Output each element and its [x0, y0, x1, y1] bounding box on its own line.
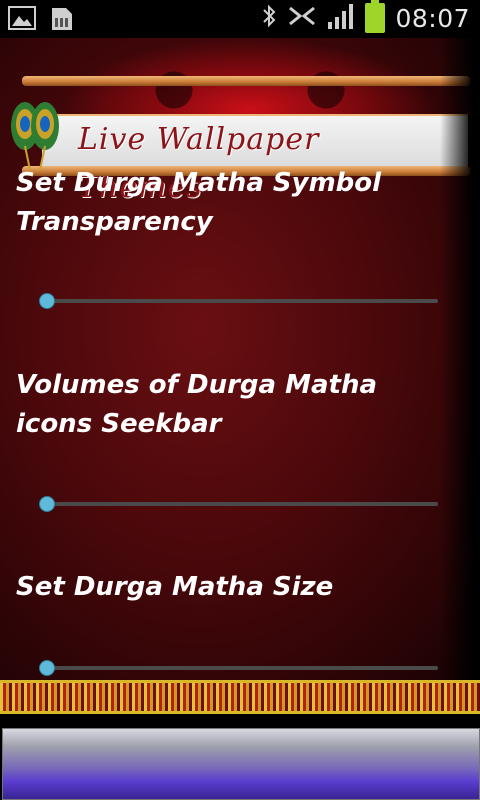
battery-icon: [365, 0, 386, 33]
volumes-seekbar[interactable]: [40, 496, 438, 512]
divider: [0, 714, 480, 726]
setting-title-size: Set Durga Matha Size: [16, 572, 334, 602]
seekbar-thumb[interactable]: [40, 497, 54, 511]
nfc-icon: [287, 4, 317, 32]
seekbar-track[interactable]: [46, 666, 438, 670]
size-seekbar[interactable]: [40, 660, 438, 676]
banner-title: Live Wallpaper Themes: [78, 122, 320, 205]
clock: 08:07: [395, 3, 470, 33]
ad-banner[interactable]: [2, 728, 480, 800]
seekbar-thumb[interactable]: [40, 661, 54, 675]
bluetooth-icon: [261, 3, 277, 33]
setting-title-volumes: Volumes of Durga Matha icons Seekbar: [16, 370, 378, 439]
banner-rod-top: [22, 76, 470, 86]
peacock-feather-logo-icon: [8, 94, 62, 172]
decorative-border: [0, 680, 480, 714]
transparency-seekbar[interactable]: [40, 293, 438, 309]
status-bar: 08:07: [0, 0, 480, 38]
image-notification-icon: [8, 6, 36, 36]
seekbar-thumb[interactable]: [40, 294, 54, 308]
setting-title-transparency: Set Durga Matha Symbol Transparency: [16, 168, 382, 237]
signal-icon: [327, 2, 355, 34]
seekbar-track[interactable]: [46, 502, 438, 506]
sd-card-icon: [50, 6, 74, 36]
seekbar-track[interactable]: [46, 299, 438, 303]
settings-panel: Live Wallpaper Themes Set Durga Matha Sy…: [0, 38, 480, 680]
